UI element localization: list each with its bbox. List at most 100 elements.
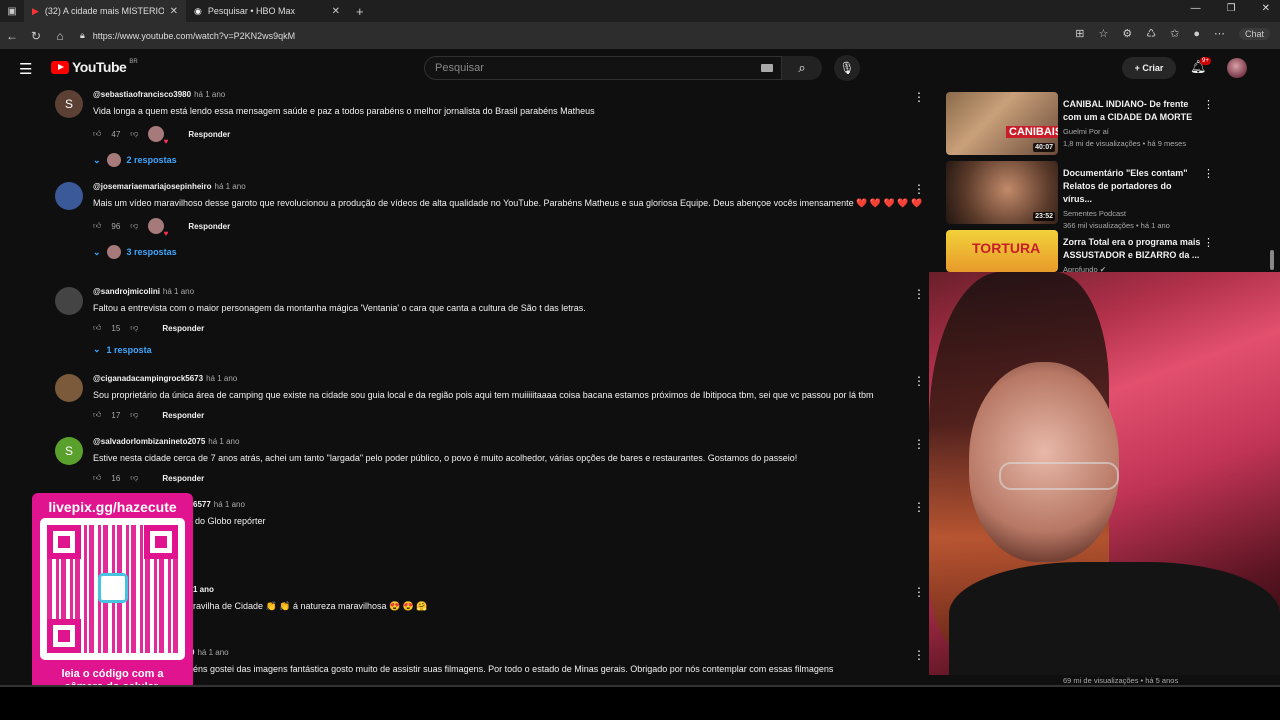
view-replies-button[interactable]: ⌄ 2 respostas — [93, 153, 923, 167]
comment-avatar[interactable] — [55, 374, 83, 402]
more-icon[interactable]: ⋮ — [913, 374, 925, 388]
favorites-icon[interactable]: ✩ — [1170, 27, 1179, 40]
close-icon[interactable]: ✕ — [170, 6, 178, 17]
comment-text: Estive nesta cidade cerca de 7 anos atrá… — [93, 453, 798, 463]
tab-actions-icon[interactable]: ▣ — [0, 6, 24, 17]
chevron-down-icon: ⌄ — [93, 246, 101, 257]
more-icon[interactable]: ⋮ — [913, 437, 925, 451]
comment-text: aravilha de Cidade 👏 👏 á natureza maravi… — [188, 601, 428, 611]
comment-time[interactable]: 1 ano — [193, 585, 214, 594]
close-window-icon[interactable]: ✕ — [1262, 3, 1270, 14]
menu-icon[interactable]: ☰ — [19, 60, 33, 78]
recommended-video[interactable]: 23:52 Documentário "Eles contam" Relatos… — [945, 161, 1275, 230]
comment-author[interactable]: @josemariaemariajosepinheiro — [93, 182, 212, 191]
comment-avatar[interactable] — [55, 287, 83, 315]
like-icon[interactable]: 👍︎ — [93, 473, 101, 483]
more-icon[interactable]: ⋮ — [913, 287, 925, 301]
dislike-icon[interactable]: 👎︎ — [130, 323, 138, 333]
more-icon[interactable]: ⋮ — [1203, 98, 1214, 111]
window-controls: — ❐ ✕ — [1191, 3, 1270, 14]
search-input[interactable]: Pesquisar — [424, 56, 782, 80]
voice-search-button[interactable]: 🎙︎ — [834, 55, 860, 81]
more-icon[interactable]: ⋮ — [913, 182, 925, 196]
comment-text: Faltou a entrevista com o maior personag… — [93, 303, 586, 313]
comment-author[interactable]: 6577 — [193, 500, 211, 509]
dislike-icon[interactable]: 👎︎ — [130, 473, 138, 483]
more-icon[interactable]: ⋮ — [913, 90, 925, 104]
comment-avatar[interactable]: S — [55, 90, 83, 118]
like-icon[interactable]: 👍︎ — [93, 410, 101, 420]
comment-avatar[interactable]: S — [55, 437, 83, 465]
more-icon[interactable]: ⋯ — [1214, 27, 1225, 40]
chevron-down-icon: ⌄ — [93, 154, 101, 165]
video-title[interactable]: CANIBAL INDIANO- De frente com um a CIDA… — [1063, 98, 1203, 124]
back-icon[interactable]: ← — [0, 29, 24, 43]
profile-icon[interactable]: ● — [1193, 28, 1200, 40]
new-tab-button[interactable]: + — [356, 4, 364, 19]
video-thumbnail[interactable]: TORTURA — [946, 230, 1058, 272]
close-icon[interactable]: ✕ — [332, 6, 340, 17]
video-thumbnail[interactable]: 23:52 — [946, 161, 1058, 224]
channel-name[interactable]: Sementes Podcast — [1063, 209, 1203, 218]
extensions-icon[interactable]: ⚙ — [1122, 27, 1132, 40]
reply-button[interactable]: Responder — [188, 130, 230, 139]
comment-avatar[interactable] — [55, 182, 83, 210]
ext2-icon[interactable]: ♺ — [1146, 27, 1156, 40]
chat-button[interactable]: Chat — [1238, 27, 1270, 40]
dislike-icon[interactable]: 👎︎ — [130, 129, 138, 139]
comment-time[interactable]: há 1 ano — [208, 437, 239, 446]
like-icon[interactable]: 👍︎ — [93, 129, 101, 139]
reply-button[interactable]: Responder — [162, 324, 204, 333]
comment-author[interactable]: @sebastiaofrancisco3980 — [93, 90, 191, 99]
more-icon[interactable]: ⋮ — [913, 500, 925, 514]
dislike-icon[interactable]: 👎︎ — [130, 221, 138, 231]
comment-time[interactable]: há 1 ano — [215, 182, 246, 191]
browser-tab-hbo[interactable]: ◉ Pesquisar • HBO Max ✕ — [186, 0, 348, 22]
reply-button[interactable]: Responder — [188, 222, 230, 231]
like-count: 17 — [111, 410, 121, 420]
more-icon[interactable]: ⋮ — [1203, 236, 1214, 249]
address-bar[interactable]: 🔒︎ https://www.youtube.com/watch?v=P2KN2… — [80, 26, 980, 45]
like-icon[interactable]: 👍︎ — [93, 323, 101, 333]
comment-time[interactable]: há 1 ano — [214, 500, 245, 509]
video-title[interactable]: Documentário "Eles contam" Relatos de po… — [1063, 167, 1203, 206]
video-duration: 40:07 — [1033, 143, 1055, 152]
comment-author[interactable]: @ciganadacampingrock5673 — [93, 374, 203, 383]
star-icon[interactable]: ☆ — [1098, 27, 1108, 40]
reply-button[interactable]: r — [187, 533, 930, 547]
view-replies-button[interactable]: ⌄ 3 respostas — [93, 245, 923, 259]
reply-button[interactable]: Responder — [162, 474, 204, 483]
comment-author[interactable]: @sandrojmicolini — [93, 287, 160, 296]
restore-icon[interactable]: ❐ — [1227, 3, 1236, 14]
comment-time[interactable]: há 1 ano — [163, 287, 194, 296]
channel-name[interactable]: Guelmi Por aí — [1063, 127, 1203, 136]
like-icon[interactable]: 👍︎ — [93, 221, 101, 231]
like-count: 96 — [111, 221, 121, 231]
grid-icon[interactable]: ⊞ — [1075, 27, 1084, 40]
browser-tab-youtube[interactable]: ▶ (32) A cidade mais MISTERIOSA d ✕ — [24, 0, 186, 22]
more-icon[interactable]: ⋮ — [913, 585, 925, 599]
comment-time[interactable]: há 1 ano — [197, 648, 228, 657]
minimize-icon[interactable]: — — [1191, 3, 1201, 14]
create-button[interactable]: + Criar — [1122, 57, 1176, 79]
video-thumbnail[interactable]: CANIBAIS 40:07 — [946, 92, 1058, 155]
scrollbar-thumb[interactable] — [1270, 250, 1274, 270]
comment-author[interactable]: @salvadorlombizanineto2075 — [93, 437, 205, 446]
avatar[interactable] — [1227, 58, 1247, 78]
tab-title: (32) A cidade mais MISTERIOSA d — [44, 6, 164, 16]
comment-time[interactable]: há 1 ano — [194, 90, 225, 99]
view-replies-button[interactable]: ⌄ 1 resposta — [93, 344, 923, 355]
youtube-logo[interactable]: YouTube BR — [51, 59, 138, 75]
recommended-video[interactable]: CANIBAIS 40:07 CANIBAL INDIANO- De frent… — [945, 92, 1275, 156]
home-icon[interactable]: ⌂ — [48, 29, 72, 43]
video-title[interactable]: Zorra Total era o programa mais ASSUSTAD… — [1063, 236, 1203, 262]
dislike-icon[interactable]: 👎︎ — [130, 410, 138, 420]
more-icon[interactable]: ⋮ — [913, 648, 925, 662]
keyboard-icon[interactable] — [761, 64, 773, 72]
comment-time[interactable]: há 1 ano — [206, 374, 237, 383]
reload-icon[interactable]: ↻ — [24, 29, 48, 43]
video-meta: 1,8 mi de visualizações • há 9 meses — [1063, 139, 1187, 148]
search-button[interactable]: ⌕ — [782, 56, 822, 80]
reply-button[interactable]: Responder — [162, 411, 204, 420]
more-icon[interactable]: ⋮ — [1203, 167, 1214, 180]
